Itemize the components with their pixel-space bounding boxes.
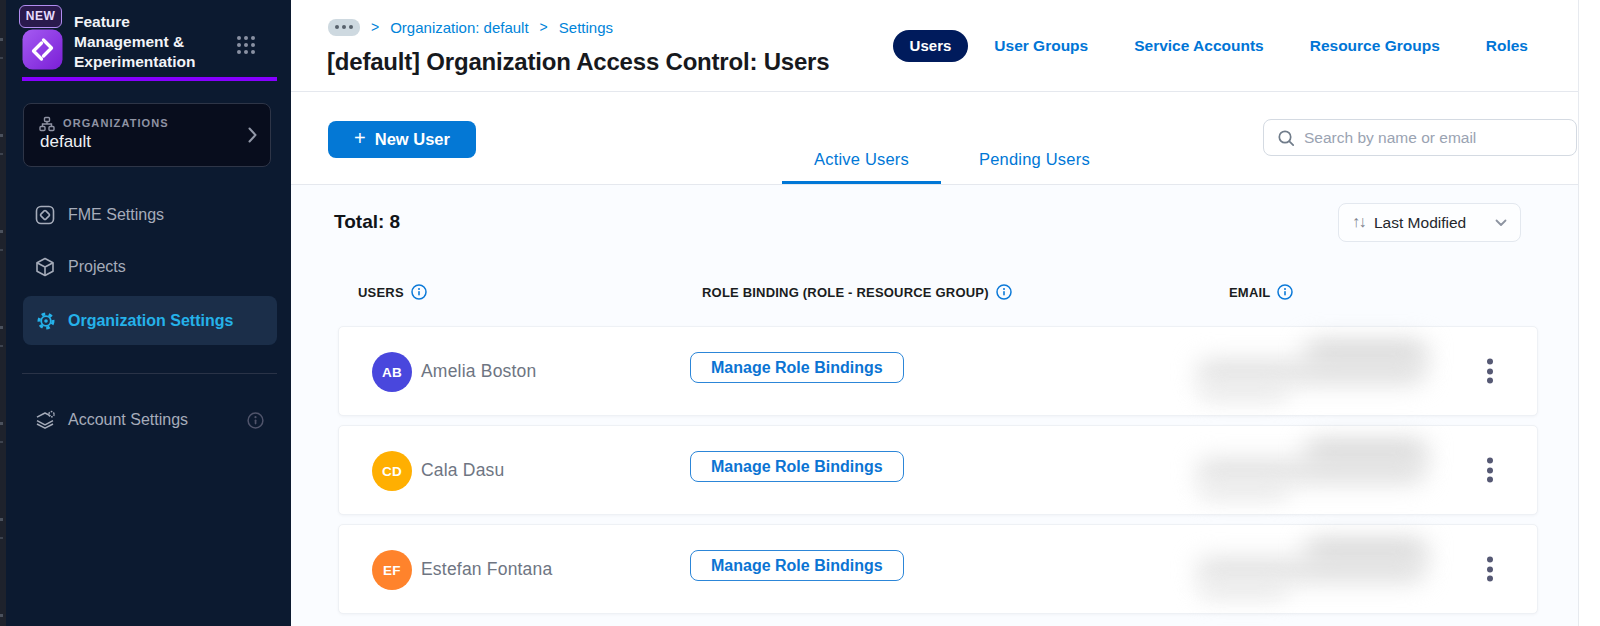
sidebar-item-label: Projects: [68, 258, 126, 276]
manage-role-bindings-button[interactable]: Manage Role Bindings: [690, 451, 904, 482]
email-redacted: [1197, 341, 1431, 403]
organization-icon: [39, 116, 55, 132]
main-area: > Organization: default > Settings [defa…: [291, 0, 1600, 626]
row-menu-button[interactable]: [1484, 557, 1496, 582]
breadcrumb-link-settings[interactable]: Settings: [559, 19, 613, 36]
users-list-section: Total: 8 ↑↓ Last Modified USERS ROLE BIN…: [291, 185, 1578, 626]
user-name: Estefan Fontana: [421, 559, 552, 580]
table-row: CD Cala Dasu Manage Role Bindings: [338, 425, 1538, 515]
sidebar-item-organization-settings[interactable]: Organization Settings: [23, 296, 277, 345]
sidebar-item-account-settings[interactable]: Account Settings: [23, 405, 277, 435]
sidebar-divider: [22, 373, 277, 374]
sort-label: Last Modified: [1374, 214, 1466, 232]
tab-active-users[interactable]: Active Users: [782, 150, 941, 184]
tab-users[interactable]: Users: [893, 30, 969, 62]
tab-resource-groups[interactable]: Resource Groups: [1310, 37, 1440, 55]
sidebar-item-fme-settings[interactable]: FME Settings: [23, 200, 277, 230]
avatar: EF: [372, 550, 412, 590]
chevron-down-icon: [1495, 219, 1507, 227]
access-control-tabs: Users User Groups Service Accounts Resou…: [893, 30, 1528, 62]
avatar: CD: [372, 451, 412, 491]
table-row: EF Estefan Fontana Manage Role Bindings: [338, 524, 1538, 614]
gear-icon: [35, 310, 57, 332]
info-icon[interactable]: [996, 284, 1012, 300]
total-count: Total: 8: [334, 211, 400, 233]
manage-role-bindings-button[interactable]: Manage Role Bindings: [690, 550, 904, 581]
row-menu-button[interactable]: [1484, 458, 1496, 483]
breadcrumb-link-organization[interactable]: Organization: default: [390, 19, 528, 36]
account-settings-icon: [34, 409, 56, 431]
search-icon: [1277, 129, 1295, 147]
column-header-role-binding: ROLE BINDING (ROLE - RESOURCE GROUP): [702, 284, 1012, 300]
tab-service-accounts[interactable]: Service Accounts: [1134, 37, 1264, 55]
projects-icon: [34, 256, 56, 278]
user-name: Amelia Boston: [421, 361, 536, 382]
page-header: > Organization: default > Settings [defa…: [291, 0, 1578, 92]
new-badge: NEW: [19, 5, 62, 28]
toolbar: + New User Active Users Pending Users: [291, 92, 1578, 185]
info-icon[interactable]: [247, 412, 264, 429]
breadcrumb-separator: >: [371, 19, 379, 35]
tab-user-groups[interactable]: User Groups: [994, 37, 1088, 55]
new-user-button[interactable]: + New User: [328, 121, 476, 158]
breadcrumb-separator: >: [540, 19, 548, 35]
manage-role-bindings-button[interactable]: Manage Role Bindings: [690, 352, 904, 383]
sidebar-item-label: Organization Settings: [68, 312, 233, 330]
scroll-gutter: [1578, 0, 1579, 626]
row-menu-button[interactable]: [1484, 359, 1496, 384]
breadcrumb: > Organization: default > Settings: [328, 18, 613, 36]
search-input[interactable]: [1304, 129, 1554, 147]
chevron-right-icon: [248, 127, 257, 143]
organizations-label: ORGANIZATIONS: [63, 117, 169, 129]
tab-pending-users[interactable]: Pending Users: [947, 150, 1122, 184]
user-state-tabs: Active Users Pending Users: [782, 150, 1122, 184]
sidebar-item-label: FME Settings: [68, 206, 164, 224]
column-header-email: EMAIL: [1229, 284, 1293, 300]
sidebar-item-label: Account Settings: [68, 411, 188, 429]
user-name: Cala Dasu: [421, 460, 505, 481]
breadcrumb-ellipsis-button[interactable]: [328, 19, 360, 36]
table-row: AB Amelia Boston Manage Role Bindings: [338, 326, 1538, 416]
info-icon[interactable]: [1277, 284, 1293, 300]
column-header-users: USERS: [358, 284, 427, 300]
organization-selector[interactable]: ORGANIZATIONS default: [23, 103, 271, 167]
page-title: [default] Organization Access Control: U…: [327, 48, 829, 76]
sidebar: NEW Feature Management & Experimentation: [6, 0, 291, 626]
sort-dropdown[interactable]: ↑↓ Last Modified: [1338, 203, 1521, 242]
sort-arrows-icon: ↑↓: [1352, 213, 1365, 231]
table-header: USERS ROLE BINDING (ROLE - RESOURCE GROU…: [291, 284, 1578, 302]
brand-accent-rule: [22, 77, 277, 81]
plus-icon: +: [354, 127, 366, 150]
organization-name: default: [40, 132, 91, 152]
avatar: AB: [372, 352, 412, 392]
tab-roles[interactable]: Roles: [1486, 37, 1528, 55]
sidebar-item-projects[interactable]: Projects: [23, 252, 277, 282]
app-switcher-icon[interactable]: [236, 35, 256, 55]
email-redacted: [1197, 539, 1431, 601]
email-redacted: [1197, 440, 1431, 502]
info-icon[interactable]: [411, 284, 427, 300]
fme-settings-icon: [34, 204, 56, 226]
app-logo-icon: [22, 29, 63, 70]
app-title: Feature Management & Experimentation: [74, 12, 244, 72]
search-box: [1263, 119, 1577, 156]
